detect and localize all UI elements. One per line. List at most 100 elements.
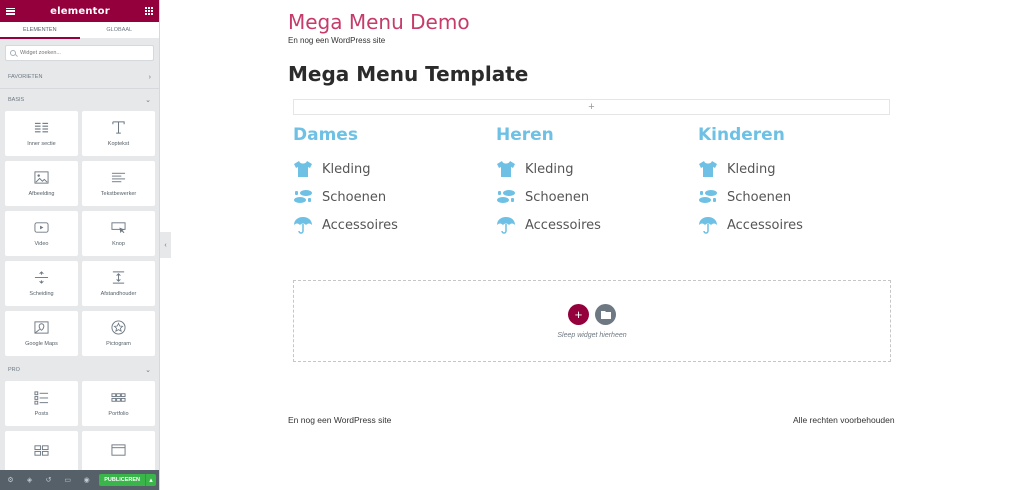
- widget-icon[interactable]: Pictogram: [82, 311, 155, 356]
- settings-icon[interactable]: ⚙: [4, 473, 17, 487]
- menu-item-accessoires[interactable]: Accessoires: [293, 211, 493, 239]
- menu-item-kleding[interactable]: Kleding: [293, 155, 493, 183]
- widget-label: Google Maps: [25, 341, 58, 347]
- menu-item-label: Kleding: [322, 161, 371, 177]
- menu-item-schoenen[interactable]: Schoenen: [496, 183, 696, 211]
- menu-item-accessoires[interactable]: Accessoires: [698, 211, 898, 239]
- panel-footer: ⚙ ◈ ↺ ▭ ◉ PUBLICEREN ▴: [0, 470, 159, 490]
- portfolio-icon: [111, 393, 126, 402]
- tshirt-icon: [699, 161, 717, 177]
- divider-icon: [34, 271, 49, 284]
- widget-divider[interactable]: Scheiding: [5, 261, 78, 306]
- widget-video[interactable]: Video: [5, 211, 78, 256]
- widget-label: Portfolio: [108, 411, 129, 417]
- spacer-icon: [112, 271, 125, 284]
- image-icon: [34, 171, 49, 184]
- widget-image[interactable]: Afbeelding: [5, 161, 78, 206]
- widget-search-input[interactable]: [20, 50, 140, 56]
- publish-button[interactable]: PUBLICEREN: [99, 474, 145, 486]
- widget-label: Afstandhouder: [100, 291, 137, 297]
- umbrella-icon: [699, 217, 717, 234]
- widget-label: Posts: [34, 411, 49, 417]
- widget-label: Video: [34, 241, 49, 247]
- menu-item-label: Kleding: [525, 161, 574, 177]
- widgets-grid-icon[interactable]: [144, 7, 153, 15]
- widget-button[interactable]: Knop: [82, 211, 155, 256]
- section-favorites[interactable]: FAVORIETEN ›: [0, 66, 159, 88]
- widget-dropzone[interactable]: + Sleep widget hierheen: [293, 280, 891, 362]
- inner-section-icon: [34, 122, 49, 133]
- menu-item-schoenen[interactable]: Schoenen: [293, 183, 493, 211]
- pro-widgets-grid: Posts Portfolio: [0, 381, 159, 476]
- menu-item-label: Kleding: [727, 161, 776, 177]
- basic-widgets-grid: Inner sectie Koptekst Afbeelding Tekstbe…: [0, 111, 159, 356]
- publish-options-button[interactable]: ▴: [145, 474, 156, 486]
- panel-header: elementor: [0, 0, 159, 22]
- tshirt-icon: [497, 161, 515, 177]
- gallery-icon: [34, 445, 49, 456]
- responsive-icon[interactable]: ▭: [61, 473, 74, 487]
- site-title[interactable]: Mega Menu Demo: [288, 10, 470, 34]
- add-section-round-button[interactable]: +: [568, 303, 589, 325]
- widget-posts[interactable]: Posts: [5, 381, 78, 426]
- widget-label: Inner sectie: [27, 141, 56, 147]
- widget-google-maps[interactable]: Google Maps: [5, 311, 78, 356]
- menu-item-label: Accessoires: [727, 217, 803, 233]
- widget-text-editor[interactable]: Tekstbewerker: [82, 161, 155, 206]
- widget-label: Tekstbewerker: [100, 191, 137, 197]
- folder-icon: [600, 310, 611, 319]
- menu-column-dames: Dames Kleding Schoenen Accessoires: [293, 125, 493, 239]
- umbrella-icon: [294, 217, 312, 234]
- section-basic[interactable]: BASIS ⌄: [0, 89, 159, 111]
- widget-label: Scheiding: [29, 291, 54, 297]
- widget-search: [5, 45, 154, 61]
- menu-item-schoenen[interactable]: Schoenen: [698, 183, 898, 211]
- elementor-editor: elementor ELEMENTEN GLOBAAL FAVORIETEN ›…: [0, 0, 1024, 490]
- chevron-left-icon: ‹: [164, 241, 167, 249]
- hamburger-menu-icon[interactable]: [6, 7, 15, 15]
- menu-item-label: Accessoires: [525, 217, 601, 233]
- menu-item-label: Accessoires: [322, 217, 398, 233]
- section-favorites-label: FAVORIETEN: [8, 74, 43, 80]
- chevron-down-icon: ⌄: [145, 367, 151, 374]
- search-icon: [10, 50, 16, 56]
- shoe-prints-icon: [294, 190, 312, 203]
- menu-item-label: Schoenen: [322, 189, 387, 205]
- tab-elements[interactable]: ELEMENTEN: [0, 22, 80, 39]
- section-pro-label: PRO: [8, 367, 20, 373]
- menu-item-kleding[interactable]: Kleding: [496, 155, 696, 183]
- layers-icon[interactable]: ◈: [23, 473, 36, 487]
- publish-group: PUBLICEREN ▴: [99, 474, 156, 486]
- menu-column-heren: Heren Kleding Schoenen Accessoires: [496, 125, 696, 239]
- elementor-panel: elementor ELEMENTEN GLOBAAL FAVORIETEN ›…: [0, 0, 160, 490]
- widget-label: Koptekst: [107, 141, 130, 147]
- menu-item-accessoires[interactable]: Accessoires: [496, 211, 696, 239]
- footer-copyright: Alle rechten voorbehouden: [793, 415, 895, 425]
- section-pro[interactable]: PRO ⌄: [0, 359, 159, 381]
- shoe-prints-icon: [699, 190, 717, 203]
- heading-icon: [112, 121, 125, 134]
- tab-global[interactable]: GLOBAAL: [79, 22, 159, 39]
- add-section-button[interactable]: +: [293, 99, 890, 115]
- widget-heading[interactable]: Koptekst: [82, 111, 155, 156]
- elementor-logo: elementor: [50, 5, 110, 17]
- widget-inner-section[interactable]: Inner sectie: [5, 111, 78, 156]
- button-icon: [111, 222, 126, 234]
- add-template-button[interactable]: [595, 303, 616, 325]
- text-editor-icon: [111, 172, 126, 183]
- collapse-panel-button[interactable]: ‹: [160, 232, 171, 258]
- preview-icon[interactable]: ◉: [80, 473, 93, 487]
- page-preview: Mega Menu Demo En nog een WordPress site…: [171, 0, 1024, 490]
- widget-label: Pictogram: [106, 341, 131, 347]
- dropzone-buttons: +: [568, 303, 616, 325]
- menu-column-heading: Dames: [293, 125, 358, 145]
- menu-item-kleding[interactable]: Kleding: [698, 155, 898, 183]
- footer-tagline: En nog een WordPress site: [288, 415, 392, 425]
- widget-portfolio[interactable]: Portfolio: [82, 381, 155, 426]
- widget-spacer[interactable]: Afstandhouder: [82, 261, 155, 306]
- map-icon: [34, 321, 49, 334]
- menu-item-label: Schoenen: [727, 189, 792, 205]
- shoe-prints-icon: [497, 190, 515, 203]
- history-icon[interactable]: ↺: [42, 473, 55, 487]
- page-title: Mega Menu Template: [288, 62, 529, 86]
